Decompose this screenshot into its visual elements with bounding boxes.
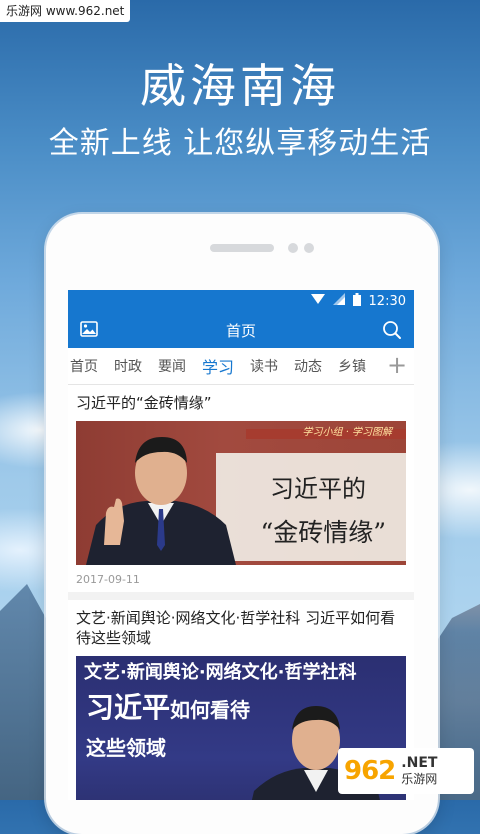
article-title: 习近平的“金砖情缘” xyxy=(76,394,212,412)
site-watermark: 乐游网 www.962.net xyxy=(0,0,131,22)
image-line-2-big: 习近平 xyxy=(86,691,171,724)
image-line-2: “金砖情缘” xyxy=(260,518,386,547)
list-divider xyxy=(68,592,414,600)
search-icon[interactable] xyxy=(382,320,402,344)
channel-tabs: 首页 时政 要闻 学习 读书 动态 乡镇 + xyxy=(68,348,414,385)
article-title: 文艺·新闻舆论·网络文化·哲学社科 习近平如何看待这些领域 xyxy=(76,609,396,647)
tab-towns[interactable]: 乡镇 xyxy=(330,356,374,376)
logo-number: 962 xyxy=(344,756,396,786)
logo-net: .NET xyxy=(401,755,438,771)
status-bar: 12:30 xyxy=(68,290,414,312)
image-line-2: 习近平如何看待 xyxy=(86,686,250,726)
tab-updates[interactable]: 动态 xyxy=(286,356,330,376)
tab-news[interactable]: 要闻 xyxy=(150,356,194,376)
tab-home[interactable]: 首页 xyxy=(68,356,106,376)
image-line-2-small: 如何看待 xyxy=(170,698,251,722)
image-logo: 学习小组 · 学习图解 xyxy=(302,427,392,438)
phone-sensor xyxy=(288,243,298,253)
article-image: 学习小组 · 学习图解 习近平的 “金砖情缘” xyxy=(76,421,406,565)
promo-subline: 全新上线 让您纵享移动生活 xyxy=(48,126,432,161)
logo-text: .NET 乐游网 xyxy=(401,755,437,787)
image-line-1: 文艺·新闻舆论·网络文化·哲学社科 xyxy=(84,662,357,683)
list-item[interactable]: 习近平的“金砖情缘” 学习小组 · 学习图解 习近平的 “金砖情缘” 2017-… xyxy=(68,385,414,600)
tab-study[interactable]: 学习 xyxy=(194,354,242,378)
signal-icon xyxy=(332,293,345,309)
tab-politics[interactable]: 时政 xyxy=(106,356,150,376)
article-date: 2017-09-11 xyxy=(76,573,140,586)
image-icon[interactable] xyxy=(80,321,98,341)
site-logo-watermark: 962 .NET 乐游网 xyxy=(338,748,474,794)
app-bar: 首页 xyxy=(68,312,414,348)
image-line-1: 习近平的 xyxy=(270,475,366,503)
tab-reading[interactable]: 读书 xyxy=(242,356,286,376)
promo-headline: 威海南海 xyxy=(140,59,340,113)
wifi-icon xyxy=(310,293,325,309)
logo-name: 乐游网 xyxy=(401,772,438,786)
add-channel-icon[interactable]: + xyxy=(384,352,410,378)
appbar-title: 首页 xyxy=(225,321,256,340)
phone-camera xyxy=(304,243,314,253)
battery-icon xyxy=(352,292,361,310)
app-screen: 12:30 首页 首页 时政 要闻 学习 读书 动态 乡镇 + 习近平的“金砖情… xyxy=(68,290,414,800)
phone-speaker xyxy=(210,244,274,252)
portrait-figure xyxy=(86,437,236,565)
image-line-3: 这些领域 xyxy=(86,736,166,760)
status-time: 12:30 xyxy=(368,293,406,309)
